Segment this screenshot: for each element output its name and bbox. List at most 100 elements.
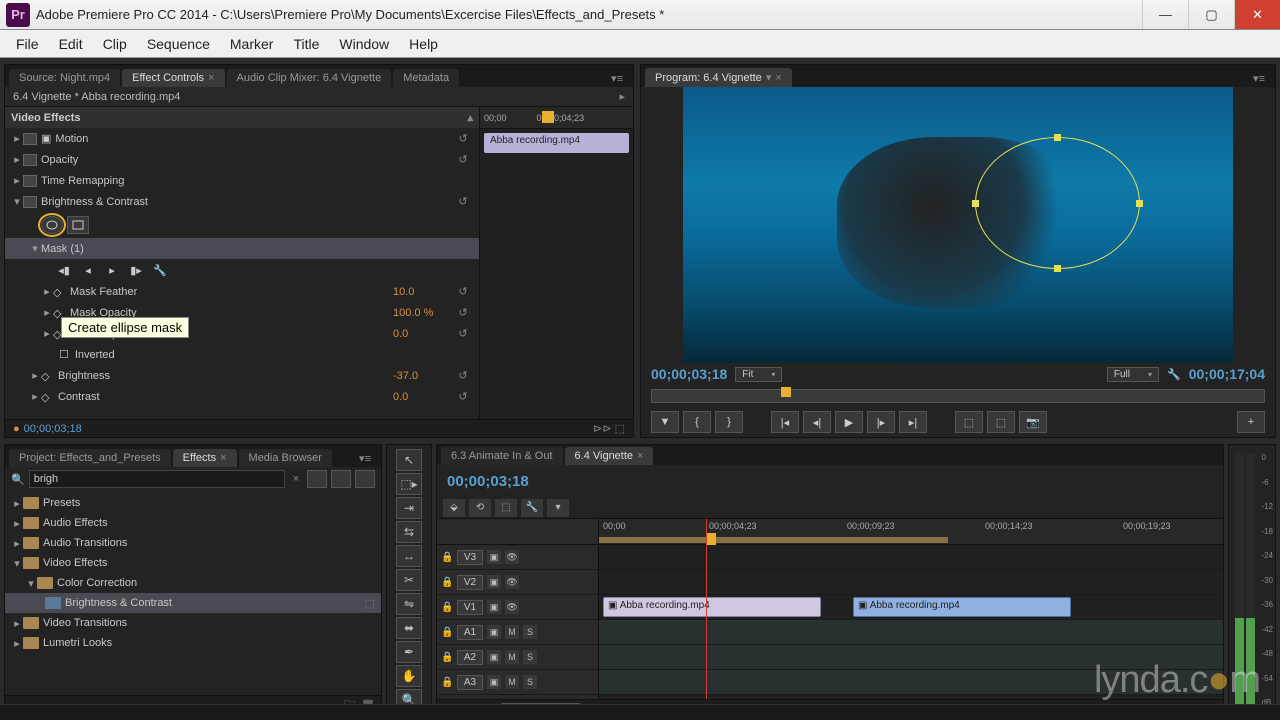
menu-sequence[interactable]: Sequence xyxy=(137,32,220,56)
ripple-edit-tool-icon[interactable]: ⇥ xyxy=(396,497,422,519)
mark-in-icon[interactable]: ▼ xyxy=(651,411,679,433)
effect-opacity[interactable]: ▸Opacity↺ xyxy=(5,149,479,170)
snap-icon[interactable]: ⬙ xyxy=(443,499,465,517)
tree-presets[interactable]: ▸Presets xyxy=(5,493,381,513)
menu-help[interactable]: Help xyxy=(399,32,448,56)
mask-feather-row[interactable]: ▸◇Mask Feather10.0↺ xyxy=(5,281,479,302)
tab-sequence-a[interactable]: 6.3 Animate In & Out xyxy=(441,447,563,465)
panel-menu-icon[interactable]: ▾≡ xyxy=(605,70,629,87)
track-header-a3[interactable]: 🔒A3▣MS xyxy=(437,670,598,695)
timeline-timecode[interactable]: 00;00;03;18 xyxy=(447,473,529,490)
resolution-dropdown[interactable]: Full xyxy=(1107,367,1159,382)
rolling-edit-tool-icon[interactable]: ⇆ xyxy=(396,521,422,543)
tree-audio-effects[interactable]: ▸Audio Effects xyxy=(5,513,381,533)
timeline-clip[interactable]: ▣ Abba recording.mp4 xyxy=(603,597,821,617)
fx-filter-button[interactable] xyxy=(331,470,351,488)
menu-edit[interactable]: Edit xyxy=(49,32,93,56)
mask-inverted-row[interactable]: ☐Inverted xyxy=(5,344,479,365)
lift-icon[interactable]: ⬚ xyxy=(955,411,983,433)
program-timecode-left[interactable]: 00;00;03;18 xyxy=(651,366,727,382)
mask-handle[interactable] xyxy=(1054,134,1061,141)
ec-mini-timeline[interactable]: 00;0000;00;04;23 Abba recording.mp4 xyxy=(479,107,633,419)
effect-params-list[interactable]: Video Effects▴ ▸▣Motion↺ ▸Opacity↺ ▸Time… xyxy=(5,107,479,419)
menu-marker[interactable]: Marker xyxy=(220,32,284,56)
tab-media-browser[interactable]: Media Browser xyxy=(239,449,332,467)
menu-title[interactable]: Title xyxy=(283,32,329,56)
track-header-v3[interactable]: 🔒V3▣👁 xyxy=(437,545,598,570)
scrubber-playhead[interactable] xyxy=(781,387,791,397)
add-marker-icon[interactable]: ⬚ xyxy=(495,499,517,517)
settings-icon[interactable]: 🔧 xyxy=(1167,368,1181,381)
effects-tree[interactable]: ▸Presets ▸Audio Effects ▸Audio Transitio… xyxy=(5,491,381,695)
mask-handle[interactable] xyxy=(972,200,979,207)
fx-filter-button[interactable] xyxy=(307,470,327,488)
menu-clip[interactable]: Clip xyxy=(93,32,137,56)
rectangle-mask-button[interactable] xyxy=(67,216,89,234)
track-v2-lane[interactable] xyxy=(599,570,1223,595)
tab-program[interactable]: Program: 6.4 Vignette▾× xyxy=(645,68,792,87)
fx-filter-button[interactable] xyxy=(355,470,375,488)
slip-tool-icon[interactable]: ⇋ xyxy=(396,593,422,615)
mask-handle[interactable] xyxy=(1054,265,1061,272)
track-v1-lane[interactable]: ▣ Abba recording.mp4 ▣ Abba recording.mp… xyxy=(599,595,1223,620)
close-tab-icon[interactable]: × xyxy=(208,72,214,84)
effect-brightness-contrast[interactable]: ▾Brightness & Contrast↺ xyxy=(5,191,479,212)
mark-clip-icon[interactable]: } xyxy=(715,411,743,433)
tab-sequence-b[interactable]: 6.4 Vignette× xyxy=(565,447,654,465)
slide-tool-icon[interactable]: ⬌ xyxy=(396,617,422,639)
razor-tool-icon[interactable]: ✂ xyxy=(396,569,422,591)
ellipse-mask-button[interactable] xyxy=(41,216,63,234)
effect-motion[interactable]: ▸▣Motion↺ xyxy=(5,128,479,149)
track-a2-lane[interactable] xyxy=(599,645,1223,670)
program-scrubber[interactable] xyxy=(641,385,1275,407)
step-back-icon[interactable]: ◂| xyxy=(803,411,831,433)
tab-effect-controls[interactable]: Effect Controls× xyxy=(122,69,224,87)
tab-effects[interactable]: Effects× xyxy=(173,449,237,467)
mask-track-back-icon[interactable]: ◂▮ xyxy=(55,262,73,278)
export-frame-icon[interactable]: 📷 xyxy=(1019,411,1047,433)
timeline-clip-selected[interactable]: ▣ Abba recording.mp4 xyxy=(853,597,1071,617)
menu-file[interactable]: File xyxy=(6,32,49,56)
mask-1-row[interactable]: ▾Mask (1) xyxy=(5,238,479,259)
track-header-v1[interactable]: 🔒V1▣👁 xyxy=(437,595,598,620)
panel-menu-icon[interactable]: ▾≡ xyxy=(353,450,377,467)
tree-color-correction[interactable]: ▾Color Correction xyxy=(5,573,381,593)
timeline-tracks-area[interactable]: 00;00 00;00;04;23 00;00;09;23 00;00;14;2… xyxy=(599,519,1223,699)
selection-tool-icon[interactable]: ↖ xyxy=(396,449,422,471)
panel-menu-icon[interactable]: ▾≡ xyxy=(1247,70,1271,87)
clear-search-icon[interactable]: × xyxy=(289,473,303,485)
tree-video-effects[interactable]: ▾Video Effects xyxy=(5,553,381,573)
maximize-button[interactable]: ▢ xyxy=(1188,0,1234,29)
track-header-v2[interactable]: 🔒V2▣👁 xyxy=(437,570,598,595)
tree-brightness-contrast[interactable]: Brightness & Contrast⬚ xyxy=(5,593,381,613)
close-button[interactable]: ✕ xyxy=(1234,0,1280,29)
menu-window[interactable]: Window xyxy=(329,32,399,56)
step-forward-icon[interactable]: |▸ xyxy=(867,411,895,433)
tab-project[interactable]: Project: Effects_and_Presets xyxy=(9,449,171,467)
rate-stretch-tool-icon[interactable]: ↔ xyxy=(396,545,422,567)
tree-video-transitions[interactable]: ▸Video Transitions xyxy=(5,613,381,633)
go-to-in-icon[interactable]: |◂ xyxy=(771,411,799,433)
extract-icon[interactable]: ⬚ xyxy=(987,411,1015,433)
tl-settings-icon[interactable]: 🔧 xyxy=(521,499,543,517)
brightness-row[interactable]: ▸◇Brightness-37.0↺ xyxy=(5,365,479,386)
ec-playhead-icon[interactable] xyxy=(542,111,554,123)
track-select-tool-icon[interactable]: ⬚▸ xyxy=(396,473,422,495)
ec-timecode[interactable]: 00;00;03;18 xyxy=(24,423,82,435)
program-video-viewport[interactable] xyxy=(683,87,1233,363)
effects-search-input[interactable] xyxy=(29,470,285,488)
tab-audio-mixer[interactable]: Audio Clip Mixer: 6.4 Vignette xyxy=(227,69,392,87)
track-a1-lane[interactable] xyxy=(599,620,1223,645)
track-header-a2[interactable]: 🔒A2▣MS xyxy=(437,645,598,670)
tl-dropdown-icon[interactable]: ▾ xyxy=(547,499,569,517)
mask-settings-icon[interactable]: 🔧 xyxy=(151,262,169,278)
mask-step-back-icon[interactable]: ◂ xyxy=(79,262,97,278)
hand-tool-icon[interactable]: ✋ xyxy=(396,665,422,687)
zoom-dropdown[interactable]: Fit xyxy=(735,367,782,382)
mark-out-icon[interactable]: { xyxy=(683,411,711,433)
mask-overlay-ellipse[interactable] xyxy=(975,137,1140,269)
close-tab-icon[interactable]: × xyxy=(775,72,781,84)
timeline-ruler[interactable]: 00;00 00;00;04;23 00;00;09;23 00;00;14;2… xyxy=(599,519,1223,545)
tree-audio-transitions[interactable]: ▸Audio Transitions xyxy=(5,533,381,553)
tree-lumetri-looks[interactable]: ▸Lumetri Looks xyxy=(5,633,381,653)
